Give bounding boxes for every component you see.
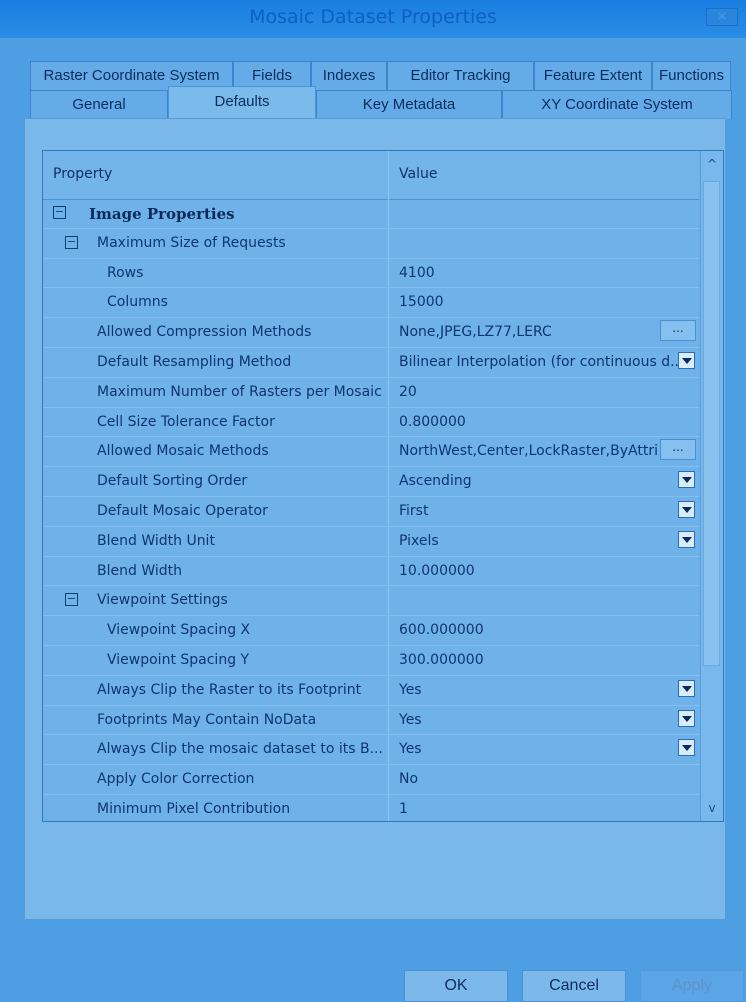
property-name: Columns xyxy=(107,294,168,311)
property-value[interactable]: Yes xyxy=(399,741,684,757)
property-name: Apply Color Correction xyxy=(97,771,255,788)
property-row[interactable]: Allowed Compression Methods None,JPEG,LZ7… xyxy=(43,318,699,348)
header-value: Value xyxy=(399,166,438,182)
property-value[interactable]: 20 xyxy=(399,384,684,400)
dropdown-arrow-icon[interactable] xyxy=(678,530,695,548)
property-value[interactable]: Yes xyxy=(399,712,684,728)
category-row[interactable]: − Image Properties xyxy=(43,199,699,229)
tab-general[interactable]: General xyxy=(30,90,168,119)
ellipsis-button[interactable]: ... xyxy=(660,439,696,461)
scroll-thumb[interactable] xyxy=(703,181,720,666)
property-value[interactable]: Bilinear Interpolation (for continuous d… xyxy=(399,354,684,370)
property-name: Always Clip the mosaic dataset to its B.… xyxy=(97,741,383,758)
grid-header: Property Value xyxy=(43,151,699,200)
property-row[interactable]: Minimum Pixel Contribution 1 xyxy=(43,795,699,821)
property-name: Viewpoint Settings xyxy=(97,592,228,609)
grid-rows: − Image Properties − Maximum Size of Reques… xyxy=(43,199,699,821)
property-name: Image Properties xyxy=(89,205,235,223)
dropdown-arrow-icon[interactable] xyxy=(678,709,695,727)
property-name: Allowed Compression Methods xyxy=(97,324,312,341)
property-row[interactable]: Rows 4100 xyxy=(43,259,699,289)
cancel-button[interactable]: Cancel xyxy=(522,970,626,1002)
tab-key-metadata[interactable]: Key Metadata xyxy=(316,90,502,119)
property-name: Footprints May Contain NoData xyxy=(97,711,317,728)
ellipsis-button[interactable]: ... xyxy=(660,320,696,342)
property-row[interactable]: Cell Size Tolerance Factor 0.800000 xyxy=(43,408,699,438)
property-row[interactable]: Allowed Mosaic Methods NorthWest,Center,L… xyxy=(43,437,699,468)
property-value[interactable]: 10.000000 xyxy=(399,563,684,579)
property-name: Maximum Number of Rasters per Mosaic xyxy=(97,383,382,400)
property-name: Maximum Size of Requests xyxy=(97,234,286,251)
property-value[interactable]: 0.800000 xyxy=(399,414,684,430)
title-bar: Mosaic Dataset Properties ✕ xyxy=(0,0,746,38)
property-row[interactable]: Columns 15000 xyxy=(43,288,699,319)
property-row[interactable]: Maximum Number of Rasters per Mosaic 20 xyxy=(43,378,699,408)
property-row[interactable]: Default Sorting Order Ascending xyxy=(43,467,699,497)
tab-row-2: General Defaults Key Metadata XY Coordinate… xyxy=(30,86,732,120)
property-name: Rows xyxy=(107,264,144,281)
property-row[interactable]: Viewpoint Spacing X 600.000000 xyxy=(43,616,699,646)
property-row[interactable]: Always Clip the Raster to its Footprint Y… xyxy=(43,676,699,706)
property-name: Default Mosaic Operator xyxy=(97,502,268,519)
property-grid: Property Value − Image Properties − Maximum… xyxy=(42,150,724,822)
property-row[interactable]: − Maximum Size of Requests xyxy=(43,229,699,259)
property-name: Always Clip the Raster to its Footprint xyxy=(97,681,362,698)
tab-xy-coordinate-system[interactable]: XY Coordinate System xyxy=(502,90,732,119)
tab-functions[interactable]: Functions xyxy=(652,61,731,90)
tab-feature-extent[interactable]: Feature Extent xyxy=(534,61,652,90)
property-value[interactable]: 600.000000 xyxy=(399,622,684,638)
property-value[interactable]: Yes xyxy=(399,682,684,698)
scroll-down-icon[interactable]: v xyxy=(705,801,719,817)
dropdown-arrow-icon[interactable] xyxy=(678,351,695,369)
scroll-up-icon[interactable]: ^ xyxy=(705,157,719,173)
property-value[interactable]: NorthWest,Center,LockRaster,ByAttri xyxy=(399,443,684,459)
tab-row-1: Raster Coordinate System Fields Indexes Edi… xyxy=(30,61,731,90)
property-value[interactable]: 4100 xyxy=(399,265,684,281)
property-row[interactable]: Default Resampling Method Bilinear Interp… xyxy=(43,348,699,378)
property-row[interactable]: Blend Width Unit Pixels xyxy=(43,527,699,557)
property-name: Default Sorting Order xyxy=(97,473,248,490)
dropdown-arrow-icon[interactable] xyxy=(678,471,695,489)
ok-button[interactable]: OK xyxy=(404,970,508,1002)
window-title: Mosaic Dataset Properties xyxy=(249,6,497,28)
property-name: Viewpoint Spacing Y xyxy=(107,651,250,668)
property-row[interactable]: Apply Color Correction No xyxy=(43,765,699,795)
property-value[interactable]: No xyxy=(399,771,684,787)
property-row[interactable]: Viewpoint Spacing Y 300.000000 xyxy=(43,646,699,676)
property-row[interactable]: Default Mosaic Operator First xyxy=(43,497,699,527)
tab-editor-tracking[interactable]: Editor Tracking xyxy=(387,61,534,90)
dropdown-arrow-icon[interactable] xyxy=(678,739,695,757)
property-row[interactable]: Always Clip the mosaic dataset to its B.… xyxy=(43,735,699,766)
property-value[interactable]: None,JPEG,LZ77,LERC xyxy=(399,324,684,340)
property-name: Default Resampling Method xyxy=(97,353,292,370)
property-name: Blend Width Unit xyxy=(97,532,215,549)
property-name: Viewpoint Spacing X xyxy=(107,622,251,639)
property-value[interactable]: 300.000000 xyxy=(399,652,684,668)
apply-button[interactable]: Apply xyxy=(640,970,744,1002)
property-value[interactable]: Pixels xyxy=(399,533,684,549)
collapse-icon[interactable]: − xyxy=(53,206,66,219)
header-property: Property xyxy=(53,166,113,182)
tab-defaults[interactable]: Defaults xyxy=(168,86,316,120)
property-name: Blend Width xyxy=(97,562,182,579)
property-name: Cell Size Tolerance Factor xyxy=(97,413,275,430)
property-value[interactable]: First xyxy=(399,503,684,519)
property-row[interactable]: Footprints May Contain NoData Yes xyxy=(43,706,699,736)
property-row[interactable]: Blend Width 10.000000 xyxy=(43,557,699,587)
collapse-icon[interactable]: − xyxy=(65,235,78,249)
property-value[interactable]: 15000 xyxy=(399,294,684,310)
property-name: Allowed Mosaic Methods xyxy=(97,443,269,460)
close-button[interactable]: ✕ xyxy=(706,8,738,26)
dropdown-arrow-icon[interactable] xyxy=(678,500,695,518)
collapse-icon[interactable]: − xyxy=(65,593,78,607)
property-row[interactable]: − Viewpoint Settings xyxy=(43,586,699,617)
dropdown-arrow-icon[interactable] xyxy=(678,679,695,697)
property-value[interactable]: Ascending xyxy=(399,473,684,489)
vertical-scrollbar[interactable]: ^ v xyxy=(700,151,723,821)
property-name: Minimum Pixel Contribution xyxy=(97,800,291,817)
property-value[interactable]: 1 xyxy=(399,801,684,817)
tab-indexes[interactable]: Indexes xyxy=(311,61,387,90)
